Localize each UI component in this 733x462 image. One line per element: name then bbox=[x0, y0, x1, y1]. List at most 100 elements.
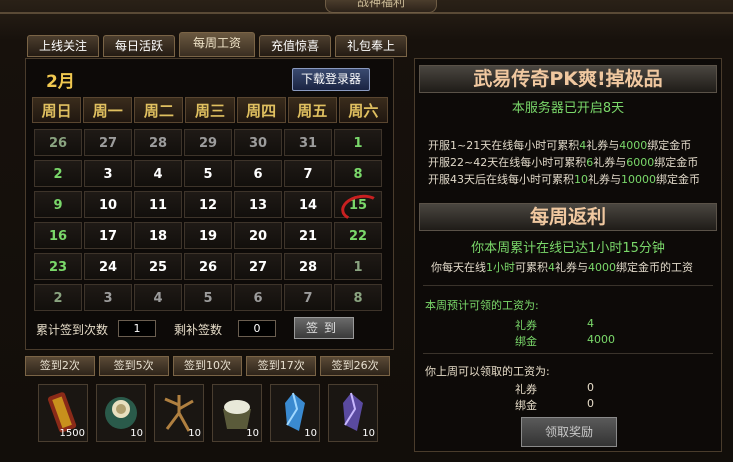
calendar-day[interactable]: 23 bbox=[34, 253, 82, 280]
calendar-day[interactable]: 7 bbox=[284, 284, 332, 311]
download-launcher-button[interactable]: 下载登录器 bbox=[292, 68, 370, 91]
calendar-day[interactable]: 10 bbox=[84, 191, 132, 218]
predict-gold-label: 绑金 bbox=[515, 335, 537, 348]
calendar-day[interactable]: 26 bbox=[34, 129, 82, 156]
calendar-day[interactable]: 11 bbox=[134, 191, 182, 218]
last-gold-value: 0 bbox=[587, 397, 594, 410]
calendar-day[interactable]: 28 bbox=[284, 253, 332, 280]
calendar-day[interactable]: 30 bbox=[234, 129, 282, 156]
calendar-day[interactable]: 12 bbox=[184, 191, 232, 218]
calendar-day[interactable]: 25 bbox=[134, 253, 182, 280]
item-count: 10 bbox=[246, 428, 259, 439]
item-count: 10 bbox=[130, 428, 143, 439]
calendar-day[interactable]: 24 bbox=[84, 253, 132, 280]
calendar-day[interactable]: 8 bbox=[334, 284, 382, 311]
rule-line-1: 开服1~21天在线每小时可累积4礼券与4000绑定金币 bbox=[428, 139, 692, 152]
predict-label: 本周预计可领的工资为: bbox=[425, 299, 539, 312]
predict-coupon-label: 礼券 bbox=[515, 319, 537, 332]
calendar-day[interactable]: 22 bbox=[334, 222, 382, 249]
calendar-day[interactable]: 29 bbox=[184, 129, 232, 156]
calendar-day[interactable]: 18 bbox=[134, 222, 182, 249]
calendar-day[interactable]: 13 bbox=[234, 191, 282, 218]
signin-button[interactable]: 签到 bbox=[294, 317, 354, 339]
calendar-day[interactable]: 1 bbox=[334, 129, 382, 156]
calendar-day[interactable]: 16 bbox=[34, 222, 82, 249]
calendar-day[interactable]: 14 bbox=[284, 191, 332, 218]
calendar-day[interactable]: 8 bbox=[334, 160, 382, 187]
calendar-day[interactable]: 27 bbox=[84, 129, 132, 156]
reward-item[interactable]: 1500 bbox=[38, 384, 88, 442]
calendar-day[interactable]: 5 bbox=[184, 160, 232, 187]
reward-item[interactable]: 10 bbox=[96, 384, 146, 442]
reward-item[interactable]: 10 bbox=[270, 384, 320, 442]
server-open-days: 本服务器已开启8天 bbox=[511, 101, 625, 116]
weekday-thu: 周四 bbox=[236, 97, 286, 123]
weekday-tue: 周二 bbox=[134, 97, 184, 123]
wage-info-panel: 武易传奇PK爽!掉极品 本服务器已开启8天 开服1~21天在线每小时可累积4礼券… bbox=[414, 58, 722, 452]
week-online-time: 你本周累计在线已达1小时15分钟 bbox=[471, 241, 665, 256]
window-title: 战神福利 bbox=[325, 0, 437, 13]
calendar-day[interactable]: 1 bbox=[334, 253, 382, 280]
tab-online-follow[interactable]: 上线关注 bbox=[27, 35, 99, 57]
calendar-day[interactable]: 3 bbox=[84, 284, 132, 311]
total-signin-label: 累计签到次数 bbox=[36, 323, 109, 337]
promo-banner: 武易传奇PK爽!掉极品 bbox=[419, 65, 717, 93]
tab-weekly-wage[interactable]: 每周工资 bbox=[179, 32, 255, 57]
rule-line-2: 开服22~42天在线每小时可累积6礼券与6000绑定金币 bbox=[428, 156, 699, 169]
reward-item[interactable]: 10 bbox=[154, 384, 204, 442]
calendar-day[interactable]: 26 bbox=[184, 253, 232, 280]
calendar-day[interactable]: 20 bbox=[234, 222, 282, 249]
weekday-mon: 周一 bbox=[83, 97, 133, 123]
item-count: 1500 bbox=[59, 428, 85, 439]
calendar-day[interactable]: 31 bbox=[284, 129, 332, 156]
rule-line-3: 开服43天后在线每小时可累积10礼券与10000绑定金币 bbox=[428, 173, 700, 186]
weekday-sun: 周日 bbox=[32, 97, 82, 123]
weekday-sat: 周六 bbox=[338, 97, 388, 123]
tab-recharge-surprise[interactable]: 充值惊喜 bbox=[259, 35, 331, 57]
tab-gift-pack[interactable]: 礼包奉上 bbox=[335, 35, 407, 57]
last-week-label: 你上周可以领取的工资为: bbox=[425, 365, 550, 378]
makeup-signin-count: 0 bbox=[238, 320, 276, 337]
calendar-day[interactable]: 28 bbox=[134, 129, 182, 156]
calendar-day[interactable]: 4 bbox=[134, 160, 182, 187]
calendar-day[interactable]: 27 bbox=[234, 253, 282, 280]
calendar-day[interactable]: 2 bbox=[34, 160, 82, 187]
total-signin-count: 1 bbox=[118, 320, 156, 337]
reward-tab-2[interactable]: 签到2次 bbox=[25, 356, 95, 376]
claim-reward-button[interactable]: 领取奖励 bbox=[521, 417, 617, 447]
reward-tab-17[interactable]: 签到17次 bbox=[246, 356, 317, 376]
reward-tab-5[interactable]: 签到5次 bbox=[98, 356, 169, 376]
item-count: 10 bbox=[362, 428, 375, 439]
item-count: 10 bbox=[188, 428, 201, 439]
calendar-day[interactable]: 15 bbox=[334, 191, 382, 218]
weekday-fri: 周五 bbox=[287, 97, 337, 123]
last-coupon-value: 0 bbox=[587, 381, 594, 394]
makeup-signin-label: 剩补签数 bbox=[174, 323, 223, 337]
calendar-day[interactable]: 17 bbox=[84, 222, 132, 249]
divider bbox=[423, 353, 713, 354]
divider bbox=[423, 285, 713, 286]
calendar-day[interactable]: 4 bbox=[134, 284, 182, 311]
calendar-day[interactable]: 6 bbox=[234, 160, 282, 187]
reward-item[interactable]: 10 bbox=[328, 384, 378, 442]
daily-wage-line: 你每天在线1小时可累积4礼券与4000绑定金币的工资 bbox=[431, 261, 693, 274]
calendar-day[interactable]: 7 bbox=[284, 160, 332, 187]
calendar-day[interactable]: 5 bbox=[184, 284, 232, 311]
predict-coupon-value: 4 bbox=[587, 317, 594, 330]
calendar-panel: 2月 下载登录器 周日 周一 周二 周三 周四 周五 周六 26 27 28 29 30… bbox=[25, 58, 394, 350]
calendar-grid: 26 27 28 29 30 31 1 2 3 4 5 6 7 8 9 10 11 12 13 14 15 16 17 18 1… bbox=[34, 129, 386, 311]
tab-daily-active[interactable]: 每日活跃 bbox=[103, 35, 175, 57]
calendar-day[interactable]: 9 bbox=[34, 191, 82, 218]
calendar-day[interactable]: 3 bbox=[84, 160, 132, 187]
calendar-day[interactable]: 19 bbox=[184, 222, 232, 249]
calendar-day[interactable]: 6 bbox=[234, 284, 282, 311]
reward-tab-26[interactable]: 签到26次 bbox=[320, 356, 390, 376]
calendar-day[interactable]: 21 bbox=[284, 222, 332, 249]
reward-item[interactable]: 10 bbox=[212, 384, 262, 442]
last-gold-label: 绑金 bbox=[515, 399, 537, 412]
calendar-day[interactable]: 2 bbox=[34, 284, 82, 311]
weekday-wed: 周三 bbox=[185, 97, 235, 123]
reward-tab-10[interactable]: 签到10次 bbox=[172, 356, 243, 376]
last-coupon-label: 礼券 bbox=[515, 383, 537, 396]
weekday-header: 周日 周一 周二 周三 周四 周五 周六 bbox=[32, 97, 388, 123]
